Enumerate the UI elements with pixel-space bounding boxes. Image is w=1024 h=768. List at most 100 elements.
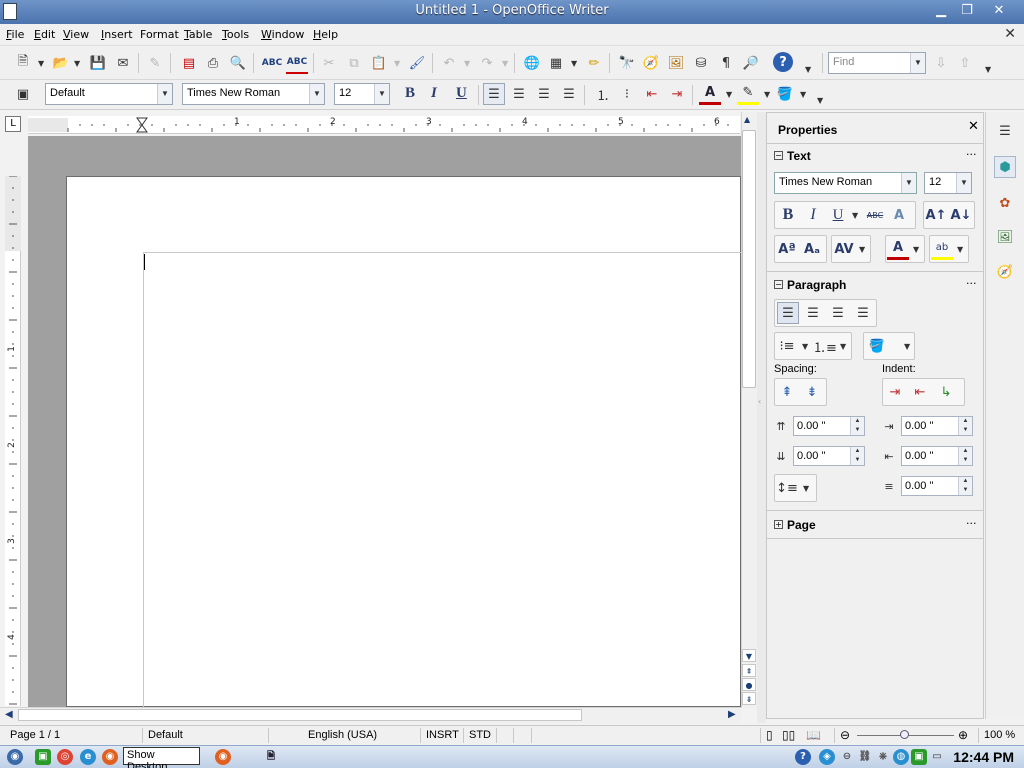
menu-help[interactable]: Help bbox=[313, 28, 338, 41]
clock[interactable]: 12:44 PM bbox=[953, 749, 1014, 765]
email-icon[interactable]: ✉ bbox=[112, 52, 134, 74]
paragraph-more-options-icon[interactable]: ··· bbox=[966, 277, 977, 290]
superscript-icon[interactable]: Aª bbox=[776, 238, 798, 260]
strikethrough-icon[interactable]: ABC bbox=[864, 204, 886, 226]
tray-icon-3[interactable]: ⎈ bbox=[875, 749, 891, 765]
background-color-icon[interactable]: 🪣 bbox=[774, 83, 796, 105]
shadow-icon[interactable]: A bbox=[888, 204, 910, 226]
print-icon[interactable]: ⎙ bbox=[202, 52, 224, 74]
menu-format[interactable]: Format bbox=[140, 28, 179, 41]
line-spacing-icon[interactable]: ↕≡ bbox=[776, 477, 798, 499]
close-window-button[interactable]: ✕ bbox=[985, 2, 1013, 20]
numbering-icon[interactable]: ⒈ bbox=[592, 83, 614, 105]
character-spacing-icon[interactable]: AV bbox=[833, 238, 855, 260]
bullets-icon[interactable]: ⁝ bbox=[616, 83, 638, 105]
tray-icon-5[interactable]: ▣ bbox=[911, 749, 927, 765]
internet-explorer-icon[interactable]: e bbox=[80, 749, 96, 765]
menu-insert[interactable]: Insert bbox=[101, 28, 133, 41]
above-paragraph-spacing-field[interactable]: 0.00 " ▲ ▼ bbox=[793, 416, 865, 436]
page-style-indicator[interactable]: Default bbox=[148, 729, 183, 741]
horizontal-scroll-thumb[interactable] bbox=[18, 709, 582, 721]
zoom-out-icon[interactable]: ⊖ bbox=[840, 728, 850, 742]
text-area[interactable] bbox=[143, 252, 741, 707]
sidebar-bold-button[interactable]: B bbox=[777, 204, 799, 226]
sidebar-font-color-icon[interactable]: A bbox=[887, 238, 909, 260]
new-document-icon[interactable]: 🗎 bbox=[12, 52, 34, 74]
writer-task-icon[interactable]: 🗎 bbox=[262, 749, 280, 765]
scroll-down-icon[interactable]: ▼ bbox=[742, 649, 756, 662]
save-icon[interactable]: 💾 bbox=[87, 52, 109, 74]
app-launcher-icon[interactable]: ▣ bbox=[35, 749, 51, 765]
italic-button[interactable]: I bbox=[431, 85, 437, 102]
open-icon[interactable]: 📂 bbox=[50, 52, 72, 74]
sidebar-menu-icon[interactable]: ☰ bbox=[994, 120, 1016, 142]
highlighting-icon[interactable]: ✎ bbox=[737, 83, 759, 105]
help-tray-icon[interactable]: ? bbox=[795, 749, 811, 765]
navigator-tab-icon[interactable]: 🧭 bbox=[994, 261, 1016, 283]
language-indicator[interactable]: English (USA) bbox=[308, 729, 377, 741]
find-next-icon[interactable]: ⇩ bbox=[930, 52, 952, 74]
font-name-combo[interactable]: Times New Roman ▼ bbox=[182, 83, 325, 105]
align-right-icon[interactable]: ☰ bbox=[533, 83, 555, 105]
sidebar-highlighting-icon[interactable]: ab bbox=[931, 238, 953, 260]
menu-view[interactable]: View bbox=[63, 28, 89, 41]
minimize-button[interactable]: ▁ bbox=[928, 2, 954, 20]
sidebar-bullets-icon[interactable]: ⁝≡ bbox=[776, 335, 798, 357]
text-more-options-icon[interactable]: ··· bbox=[966, 148, 977, 161]
vertical-ruler[interactable]: 1 2 3 4 bbox=[5, 176, 21, 706]
clone-formatting-icon[interactable]: 🖌 bbox=[406, 52, 428, 74]
redo-icon[interactable]: ↷ bbox=[476, 52, 498, 74]
sidebar-splitter[interactable]: ‹ bbox=[757, 112, 766, 723]
collapse-paragraph-icon[interactable]: − bbox=[774, 280, 783, 289]
help-icon[interactable]: ? bbox=[773, 52, 793, 72]
close-document-button[interactable]: ✕ bbox=[1004, 26, 1016, 42]
font-color-icon[interactable]: A bbox=[699, 83, 721, 105]
sidebar-increase-indent-icon[interactable]: ⇥ bbox=[884, 381, 906, 403]
sidebar-align-left-icon[interactable]: ☰ bbox=[777, 302, 799, 324]
zoom-level[interactable]: 100 % bbox=[984, 729, 1015, 741]
formatting-marks-icon[interactable]: ¶ bbox=[715, 52, 737, 74]
sidebar-justify-icon[interactable]: ☰ bbox=[852, 302, 874, 324]
align-left-icon[interactable]: ☰ bbox=[483, 83, 505, 105]
tray-icon-1[interactable]: ⊖ bbox=[839, 749, 855, 765]
bold-button[interactable]: B bbox=[405, 85, 415, 102]
toolbar-options-icon[interactable]: ▼ bbox=[805, 65, 811, 74]
hyperlink-icon[interactable]: 🌐 bbox=[521, 52, 543, 74]
sidebar-font-name-combo[interactable]: Times New Roman ▼ bbox=[774, 172, 917, 194]
collapse-text-icon[interactable]: − bbox=[774, 151, 783, 160]
font-size-combo[interactable]: 12 ▼ bbox=[334, 83, 390, 105]
scroll-left-icon[interactable]: ◀ bbox=[5, 709, 13, 720]
decrease-indent-icon[interactable]: ⇤ bbox=[641, 83, 663, 105]
decrease-font-icon[interactable]: A↓ bbox=[950, 204, 972, 226]
expand-page-icon[interactable]: + bbox=[774, 520, 783, 529]
show-draw-functions-icon[interactable]: ✏ bbox=[583, 52, 605, 74]
page-more-options-icon[interactable]: ··· bbox=[966, 517, 977, 530]
print-preview-icon[interactable]: 🔍 bbox=[227, 52, 249, 74]
sidebar-close-icon[interactable]: ✕ bbox=[968, 119, 979, 134]
sidebar-align-right-icon[interactable]: ☰ bbox=[827, 302, 849, 324]
firefox-icon[interactable]: ◉ bbox=[102, 749, 118, 765]
sidebar-align-center-icon[interactable]: ☰ bbox=[802, 302, 824, 324]
selection-mode-indicator[interactable]: STD bbox=[469, 729, 491, 741]
single-page-view-icon[interactable]: ▯ bbox=[766, 728, 773, 742]
navigation-icon[interactable]: ● bbox=[742, 678, 756, 691]
justify-icon[interactable]: ☰ bbox=[558, 83, 580, 105]
start-menu-icon[interactable]: ◉ bbox=[7, 749, 23, 765]
paste-icon[interactable]: 📋 bbox=[368, 52, 390, 74]
find-dropdown-icon[interactable]: ▼ bbox=[910, 53, 925, 73]
horizontal-ruler[interactable]: 1 2 3 4 5 6 bbox=[28, 116, 740, 134]
network-tray-icon[interactable]: ◈ bbox=[819, 749, 835, 765]
below-paragraph-spacing-field[interactable]: 0.00 " ▲ ▼ bbox=[793, 446, 865, 466]
multi-page-view-icon[interactable]: ▯▯ bbox=[782, 728, 795, 742]
zoom-in-icon[interactable]: ⊕ bbox=[958, 728, 968, 742]
sidebar-underline-button[interactable]: U bbox=[827, 204, 849, 226]
find-previous-icon[interactable]: ⇧ bbox=[954, 52, 976, 74]
next-page-icon[interactable]: ⇟ bbox=[742, 692, 756, 705]
zoom-slider-thumb[interactable] bbox=[900, 730, 909, 739]
menu-tools[interactable]: Tools bbox=[222, 28, 249, 41]
sidebar-numbering-icon[interactable]: ⒈≡ bbox=[813, 335, 837, 357]
cut-icon[interactable]: ✂ bbox=[318, 52, 340, 74]
sidebar-decrease-indent-icon[interactable]: ⇤ bbox=[909, 381, 931, 403]
sidebar-font-size-combo[interactable]: 12 ▼ bbox=[924, 172, 972, 194]
styles-formatting-icon[interactable]: ▣ bbox=[12, 83, 34, 105]
